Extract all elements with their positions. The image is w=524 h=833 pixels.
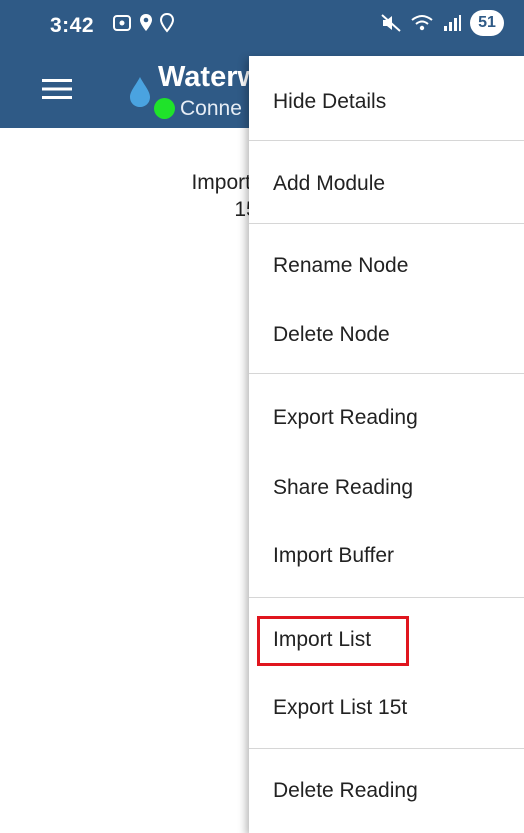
- menu-divider: [249, 597, 524, 598]
- menu-item-rename-node[interactable]: Rename Node: [249, 238, 524, 294]
- status-icons-right: 51: [380, 10, 504, 36]
- menu-divider: [249, 140, 524, 141]
- menu-item-delete-node[interactable]: Delete Node: [249, 307, 524, 363]
- menu-item-delete-reading[interactable]: Delete Reading: [249, 763, 524, 819]
- screen: 3:42 51 Waterw Conne Import Hide Details…: [0, 0, 524, 833]
- status-time: 3:42: [50, 14, 95, 37]
- mute-icon: [381, 14, 401, 32]
- battery-indicator: 51: [470, 10, 504, 36]
- status-icons-left: [112, 13, 174, 33]
- menu-item-export-list-15t[interactable]: Export List 15t: [249, 680, 524, 736]
- location-icon: [160, 13, 174, 33]
- menu-divider: [249, 373, 524, 374]
- app-title: Waterw: [158, 61, 261, 93]
- overflow-menu: Hide Details Add Module Rename Node Dele…: [249, 56, 524, 833]
- signal-icon: [444, 15, 461, 31]
- menu-icon[interactable]: [42, 78, 72, 100]
- location-icon: [140, 14, 152, 31]
- connection-status-text: Conne: [180, 97, 242, 120]
- menu-item-share-reading[interactable]: Share Reading: [249, 460, 524, 516]
- menu-item-export-reading[interactable]: Export Reading: [249, 390, 524, 446]
- screenshot-icon: [113, 15, 131, 31]
- menu-item-add-module[interactable]: Add Module: [249, 156, 524, 212]
- menu-item-import-list[interactable]: Import List: [249, 612, 524, 668]
- menu-item-hide-details[interactable]: Hide Details: [249, 74, 524, 130]
- connection-status-dot: [154, 98, 175, 119]
- menu-divider: [249, 223, 524, 224]
- menu-item-import-buffer[interactable]: Import Buffer: [249, 528, 524, 584]
- water-drop-icon: [130, 77, 150, 107]
- menu-divider: [249, 748, 524, 749]
- wifi-icon: [411, 15, 433, 31]
